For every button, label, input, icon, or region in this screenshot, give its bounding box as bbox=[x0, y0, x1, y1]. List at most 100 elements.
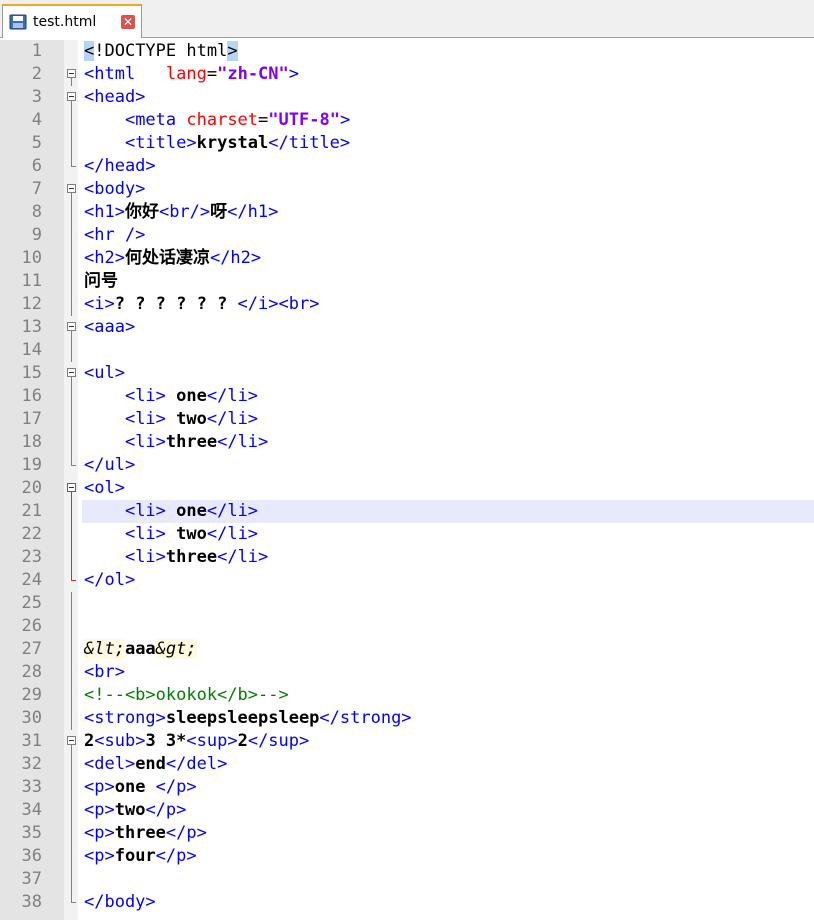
fold-guide bbox=[66, 592, 80, 615]
fold-toggle-icon[interactable] bbox=[66, 730, 80, 753]
code-line[interactable]: 20 <ol> bbox=[0, 477, 814, 500]
code-line[interactable]: 37 bbox=[0, 868, 814, 891]
tab-test-html[interactable]: test.html ✕ bbox=[2, 4, 142, 38]
fold-toggle-icon[interactable] bbox=[66, 316, 80, 339]
fold-guide bbox=[66, 822, 80, 845]
line-number: 4 bbox=[31, 110, 42, 130]
line-number: 35 bbox=[21, 823, 42, 843]
code-line[interactable]: 21 <li> one</li> bbox=[0, 500, 814, 523]
fold-guide bbox=[66, 868, 80, 891]
code-text: <head> bbox=[84, 87, 146, 107]
code-line[interactable]: 2 <html lang="zh-CN"> bbox=[0, 63, 814, 86]
fold-toggle-icon[interactable] bbox=[66, 178, 80, 201]
line-number: 11 bbox=[21, 271, 42, 291]
code-line[interactable]: 9 <hr /> bbox=[0, 224, 814, 247]
code-line[interactable]: 13 <aaa> bbox=[0, 316, 814, 339]
code-line[interactable]: 7 <body> bbox=[0, 178, 814, 201]
code-line[interactable]: 5 <title>krystal</title> bbox=[0, 132, 814, 155]
code-text: 问号 bbox=[84, 271, 118, 291]
code-text: <li> one</li> bbox=[124, 501, 259, 521]
fold-guide bbox=[66, 500, 80, 523]
code-text: </ul> bbox=[84, 455, 136, 475]
code-line[interactable]: 16 <li> one</li> bbox=[0, 385, 814, 408]
line-number: 31 bbox=[21, 731, 42, 751]
fold-guide bbox=[66, 270, 80, 293]
code-line[interactable]: 10 <h2>何处话凄凉</h2> bbox=[0, 247, 814, 270]
code-line[interactable]: 3 <head> bbox=[0, 86, 814, 109]
tab-title: test.html bbox=[33, 14, 97, 30]
code-line[interactable]: 1 <!DOCTYPE html> bbox=[0, 40, 814, 63]
code-line[interactable]: 32 <del>end</del> bbox=[0, 753, 814, 776]
code-line[interactable]: 36 <p>four</p> bbox=[0, 845, 814, 868]
line-number: 21 bbox=[21, 501, 42, 521]
code-line[interactable]: 26 bbox=[0, 615, 814, 638]
fold-toggle-icon[interactable] bbox=[66, 362, 80, 385]
code-line[interactable]: 11 问号 bbox=[0, 270, 814, 293]
fold-guide bbox=[66, 155, 80, 178]
save-disk-icon bbox=[9, 14, 27, 30]
code-line[interactable]: 35 <p>three</p> bbox=[0, 822, 814, 845]
code-line[interactable]: 12 <i>? ? ? ? ? ? </i><br> bbox=[0, 293, 814, 316]
code-line[interactable]: 19 </ul> bbox=[0, 454, 814, 477]
line-number: 6 bbox=[31, 156, 42, 176]
code-text: <p>four</p> bbox=[84, 846, 197, 866]
line-number: 18 bbox=[21, 432, 42, 452]
code-text: <li> one</li> bbox=[124, 386, 259, 406]
code-line[interactable]: 38 </body> bbox=[0, 891, 814, 914]
line-number: 15 bbox=[21, 363, 42, 383]
code-line[interactable]: 23 <li>three</li> bbox=[0, 546, 814, 569]
code-line[interactable]: 31 2<sub>3 3*<sup>2</sup> bbox=[0, 730, 814, 753]
code-line[interactable]: 8 <h1>你好<br/>呀</h1> bbox=[0, 201, 814, 224]
code-line[interactable]: 18 <li>three</li> bbox=[0, 431, 814, 454]
code-text: <ol> bbox=[84, 478, 125, 498]
code-line[interactable]: 22 <li> two</li> bbox=[0, 523, 814, 546]
line-number: 16 bbox=[21, 386, 42, 406]
close-icon[interactable]: ✕ bbox=[121, 15, 135, 29]
line-number: 9 bbox=[31, 225, 42, 245]
line-number: 37 bbox=[21, 869, 42, 889]
code-text: <p>two</p> bbox=[84, 800, 187, 820]
code-line[interactable]: 30 <strong>sleepsleepsleep</strong> bbox=[0, 707, 814, 730]
code-line[interactable]: 17 <li> two</li> bbox=[0, 408, 814, 431]
code-line[interactable]: 15 <ul> bbox=[0, 362, 814, 385]
fold-guide bbox=[66, 201, 80, 224]
line-number: 34 bbox=[21, 800, 42, 820]
line-number: 23 bbox=[21, 547, 42, 567]
fold-toggle-icon[interactable] bbox=[66, 477, 80, 500]
code-line[interactable]: 28 <br> bbox=[0, 661, 814, 684]
code-line[interactable]: 25 bbox=[0, 592, 814, 615]
fold-guide bbox=[66, 40, 80, 63]
line-number: 5 bbox=[31, 133, 42, 153]
fold-guide bbox=[66, 293, 80, 316]
fold-toggle-icon[interactable] bbox=[66, 86, 80, 109]
line-number: 2 bbox=[31, 64, 42, 84]
code-line[interactable]: 34 <p>two</p> bbox=[0, 799, 814, 822]
code-line[interactable]: 6 </head> bbox=[0, 155, 814, 178]
fold-guide bbox=[66, 339, 80, 362]
line-number: 10 bbox=[21, 248, 42, 268]
code-text: <del>end</del> bbox=[84, 754, 228, 774]
line-number: 24 bbox=[21, 570, 42, 590]
code-line[interactable]: 4 <meta charset="UTF-8"> bbox=[0, 109, 814, 132]
code-line[interactable]: 24 </ol> bbox=[0, 569, 814, 592]
fold-toggle-icon[interactable] bbox=[66, 63, 80, 86]
code-editor[interactable]: 1 <!DOCTYPE html> 2 <html lang="zh-CN"> 3 <he… bbox=[0, 40, 814, 920]
fold-guide bbox=[66, 569, 80, 592]
code-text: <li> two</li> bbox=[124, 409, 259, 429]
code-line[interactable]: 14 bbox=[0, 339, 814, 362]
code-line[interactable]: 29 <!--<b>okokok</b>--> bbox=[0, 684, 814, 707]
code-text: 2<sub>3 3*<sup>2</sup> bbox=[84, 731, 310, 751]
code-text: <meta charset="UTF-8"> bbox=[124, 110, 351, 130]
code-text: <html lang="zh-CN"> bbox=[84, 64, 300, 84]
fold-guide bbox=[66, 523, 80, 546]
code-text: <li>three</li> bbox=[124, 432, 269, 452]
code-line[interactable]: 33 <p>one </p> bbox=[0, 776, 814, 799]
code-text: &lt;aaa&gt; bbox=[84, 639, 197, 659]
code-text: <br> bbox=[84, 662, 125, 682]
fold-guide bbox=[66, 431, 80, 454]
line-number: 29 bbox=[21, 685, 42, 705]
fold-guide bbox=[66, 661, 80, 684]
line-number: 22 bbox=[21, 524, 42, 544]
code-text: <aaa> bbox=[84, 317, 136, 337]
code-line[interactable]: 27 &lt;aaa&gt; bbox=[0, 638, 814, 661]
